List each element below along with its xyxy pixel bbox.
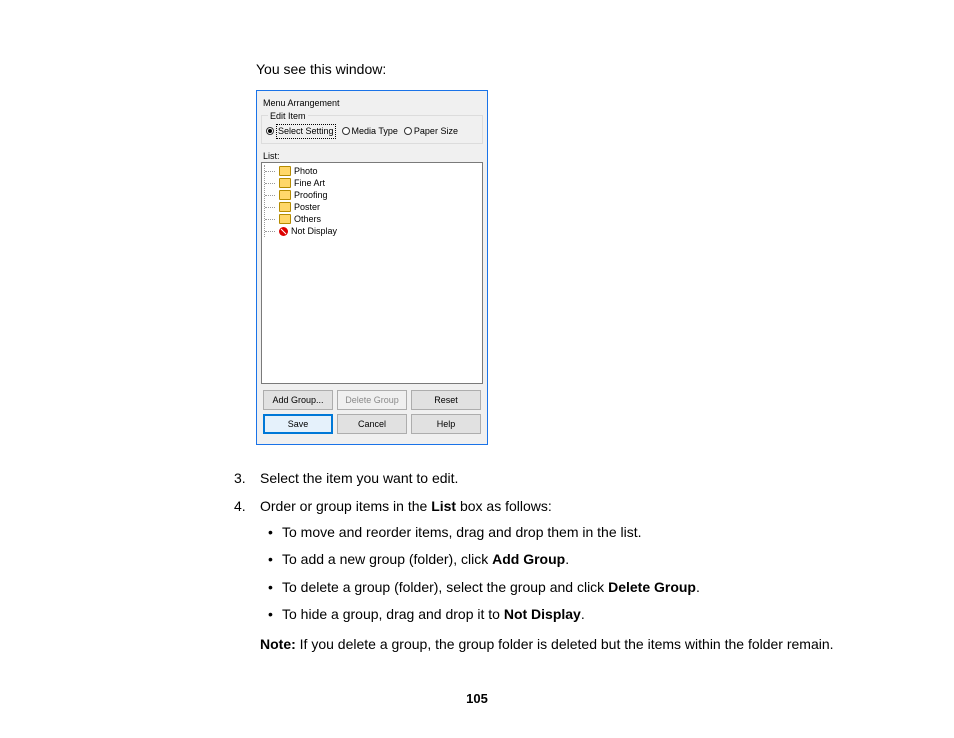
bullet-hide-group: To hide a group, drag and drop it to Not… [282,605,894,625]
delete-group-button: Delete Group [337,390,407,410]
radio-checked-icon [266,127,274,135]
edit-item-group: Edit Item Select Setting Media Type Pape… [261,115,483,144]
radio-select-setting[interactable]: Select Setting [266,124,336,139]
list-item-not-display[interactable]: Not Display [269,225,482,237]
folder-icon [279,190,291,200]
menu-arrangement-dialog: Menu Arrangement Edit Item Select Settin… [256,90,488,446]
list-item[interactable]: Proofing [269,189,482,201]
folder-icon [279,178,291,188]
group-caption: Edit Item [268,110,308,123]
help-button[interactable]: Help [411,414,481,434]
not-display-icon [279,227,288,236]
bullet-delete-group: To delete a group (folder), select the g… [282,578,894,598]
radio-paper-size[interactable]: Paper Size [404,125,458,138]
step-3: 3. Select the item you want to edit. [260,469,894,489]
add-group-button[interactable]: Add Group... [263,390,333,410]
folder-icon [279,202,291,212]
list-label: List: [263,150,483,163]
bullet-add-group: To add a new group (folder), click Add G… [282,550,894,570]
folder-icon [279,166,291,176]
bullet-move: To move and reorder items, drag and drop… [282,523,894,543]
cancel-button[interactable]: Cancel [337,414,407,434]
list-item[interactable]: Poster [269,201,482,213]
list-item[interactable]: Others [269,213,482,225]
step-4: 4. Order or group items in the List box … [260,497,894,669]
save-button[interactable]: Save [263,414,333,434]
radio-unchecked-icon [404,127,412,135]
list-item[interactable]: Photo [269,165,482,177]
radio-unchecked-icon [342,127,350,135]
list-box[interactable]: Photo Fine Art Proofing Poster Others [261,162,483,384]
reset-button[interactable]: Reset [411,390,481,410]
radio-media-type[interactable]: Media Type [342,125,398,138]
note-text: Note: If you delete a group, the group f… [260,635,894,655]
intro-text: You see this window: [256,60,894,80]
list-item[interactable]: Fine Art [269,177,482,189]
page-number: 105 [0,690,954,708]
folder-icon [279,214,291,224]
